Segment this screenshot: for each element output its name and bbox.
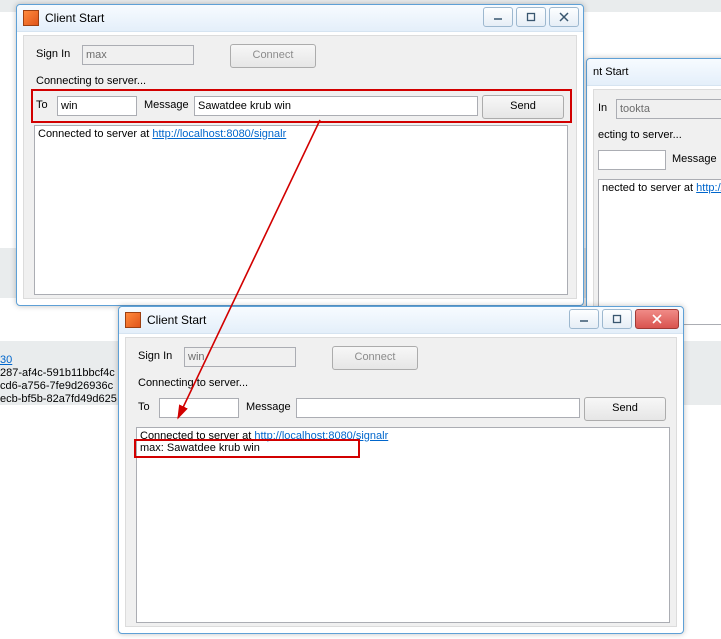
to-input[interactable]: win: [57, 96, 137, 116]
to-label: To: [36, 99, 48, 111]
to-label: To: [138, 401, 150, 413]
close-button[interactable]: [635, 309, 679, 329]
msg-label: Message: [144, 99, 189, 111]
log-prefix: Connected to server at: [140, 430, 254, 442]
log-msg-line: max: Sawatdee krub win: [140, 442, 666, 454]
app-icon: [125, 312, 141, 328]
send-button[interactable]: Send: [584, 397, 666, 421]
log-area: nected to server at http://lo: [598, 179, 721, 325]
log-area: Connected to server at http://localhost:…: [136, 427, 670, 623]
bg-id-2: 287-af4c-591b11bbcf4c: [0, 367, 115, 379]
close-button[interactable]: [549, 7, 579, 27]
status-text: Connecting to server...: [138, 377, 248, 389]
status-fragment: ecting to server...: [598, 129, 682, 141]
to-input[interactable]: [159, 398, 239, 418]
titlebar[interactable]: Client Start: [17, 5, 583, 32]
log-prefix: nected to server at: [602, 182, 696, 194]
log-link[interactable]: http://localhost:8080/signalr: [254, 430, 388, 442]
to-input[interactable]: [598, 150, 666, 170]
log-prefix: Connected to server at: [38, 128, 152, 140]
title-fragment: nt Start: [593, 66, 628, 78]
minimize-button[interactable]: [569, 309, 599, 329]
status-text: Connecting to server...: [36, 75, 146, 87]
client-window-win: Client Start Sign In win Connect Connect…: [118, 306, 684, 634]
msg-label: Message: [246, 401, 291, 413]
connect-button[interactable]: Connect: [230, 44, 316, 68]
bg-id-4: ecb-bf5b-82a7fd49d625: [0, 393, 117, 405]
bg-id-3: cd6-a756-7fe9d26936c: [0, 380, 113, 392]
maximize-button[interactable]: [602, 309, 632, 329]
connect-button[interactable]: Connect: [332, 346, 418, 370]
msg-input[interactable]: Sawatdee krub win: [194, 96, 478, 116]
signin-label: Sign In: [36, 48, 70, 60]
bg-id-1: 30: [0, 354, 12, 366]
log-link[interactable]: http://lo: [696, 182, 721, 194]
send-button[interactable]: Send: [482, 95, 564, 119]
window-title: Client Start: [147, 313, 206, 327]
signin-input: tookta: [616, 99, 721, 119]
msg-input[interactable]: [296, 398, 580, 418]
titlebar[interactable]: Client Start: [119, 307, 683, 334]
msg-label: Message: [672, 153, 717, 165]
log-link[interactable]: http://localhost:8080/signalr: [152, 128, 286, 140]
signin-input: win: [184, 347, 296, 367]
client-window-max: Client Start Sign In max Connect Connect…: [16, 4, 584, 306]
client-window-right: nt Start In tookta ecting to server... M…: [586, 58, 721, 320]
window-title: Client Start: [45, 11, 104, 25]
signin-label-fragment: In: [598, 102, 607, 114]
app-icon: [23, 10, 39, 26]
titlebar[interactable]: nt Start: [587, 59, 721, 86]
log-area: Connected to server at http://localhost:…: [34, 125, 568, 295]
maximize-button[interactable]: [516, 7, 546, 27]
minimize-button[interactable]: [483, 7, 513, 27]
signin-input: max: [82, 45, 194, 65]
signin-label: Sign In: [138, 350, 172, 362]
